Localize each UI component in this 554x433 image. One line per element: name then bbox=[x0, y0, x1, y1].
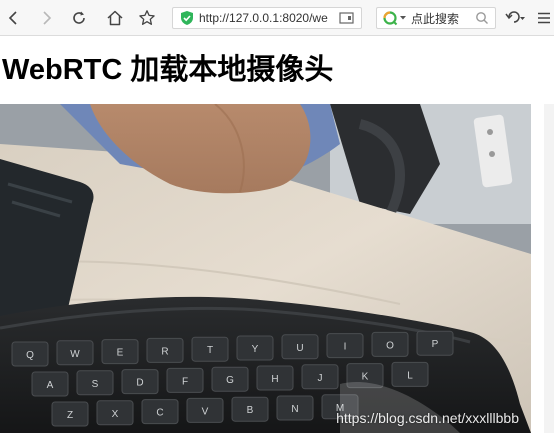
keyboard-key-label: H bbox=[271, 374, 278, 385]
keyboard-key-label: Q bbox=[26, 350, 34, 361]
menu-button[interactable] bbox=[535, 6, 553, 30]
keyboard-key-label: P bbox=[432, 339, 439, 350]
keyboard-key-label: Y bbox=[252, 344, 259, 355]
secure-shield-icon bbox=[181, 11, 193, 25]
keyboard-key-label: T bbox=[207, 345, 213, 356]
search-placeholder: 点此搜索 bbox=[411, 11, 460, 26]
keyboard-key-label: D bbox=[136, 378, 143, 389]
undo-icon bbox=[505, 11, 525, 23]
undo-history-button[interactable] bbox=[499, 6, 529, 30]
keyboard-key-label: O bbox=[386, 340, 394, 351]
search-engine-logo-icon bbox=[383, 11, 398, 26]
keyboard-key-label: Z bbox=[67, 410, 73, 421]
keyboard-key-label: C bbox=[156, 408, 163, 419]
keyboard-key-label: J bbox=[318, 373, 323, 384]
page-title: WebRTC 加载本地摄像头 bbox=[2, 54, 334, 86]
keyboard-key-label: K bbox=[362, 372, 369, 383]
home-button[interactable] bbox=[103, 6, 127, 30]
url-text: http://127.0.0.1:8020/we bbox=[199, 11, 328, 25]
reader-mode-icon[interactable] bbox=[339, 11, 355, 25]
home-icon bbox=[107, 10, 123, 26]
star-icon bbox=[139, 10, 155, 25]
forward-button[interactable] bbox=[34, 6, 58, 30]
keyboard-key-label: I bbox=[344, 342, 347, 353]
forward-arrow-icon bbox=[43, 11, 52, 25]
back-arrow-icon bbox=[8, 11, 17, 25]
keyboard-key-label: A bbox=[47, 380, 54, 391]
search-icon[interactable] bbox=[475, 11, 489, 25]
hamburger-menu-icon bbox=[538, 12, 550, 24]
keyboard-key-label: S bbox=[92, 379, 99, 390]
reload-button[interactable] bbox=[67, 6, 91, 30]
back-button[interactable] bbox=[2, 6, 26, 30]
keyboard-key-label: L bbox=[407, 370, 413, 381]
keyboard-key-label: X bbox=[112, 409, 119, 420]
keyboard-key-label: N bbox=[291, 404, 298, 415]
chevron-down-icon[interactable] bbox=[399, 15, 407, 21]
keyboard-key-label: F bbox=[182, 376, 188, 387]
keyboard-key-label: W bbox=[70, 349, 80, 360]
keyboard-key-label: E bbox=[117, 348, 124, 359]
watermark-text: https://blog.csdn.net/xxxlllbbb bbox=[336, 410, 519, 426]
keyboard-key-label: R bbox=[161, 346, 168, 357]
bookmark-star-button[interactable] bbox=[135, 6, 159, 30]
page-scrollbar[interactable] bbox=[544, 104, 554, 433]
keyboard-key-label: V bbox=[202, 406, 209, 417]
reload-icon bbox=[73, 11, 85, 24]
keyboard-key-label: B bbox=[247, 405, 254, 416]
address-bar[interactable]: http://127.0.0.1:8020/we bbox=[172, 7, 362, 29]
keyboard-key-label: U bbox=[296, 343, 303, 354]
keyboard-key-label: G bbox=[226, 375, 234, 386]
camera-frame: Q W E R T Y U I O PA S D F G H J K LZ X C V B N M bbox=[0, 104, 531, 433]
camera-video: QWERTYUIOPASDFGHJKLZXCVBNM https://blog.… bbox=[0, 104, 531, 433]
search-box[interactable]: 点此搜索 bbox=[376, 7, 496, 29]
browser-toolbar: http://127.0.0.1:8020/we 点此搜索 bbox=[0, 0, 554, 36]
